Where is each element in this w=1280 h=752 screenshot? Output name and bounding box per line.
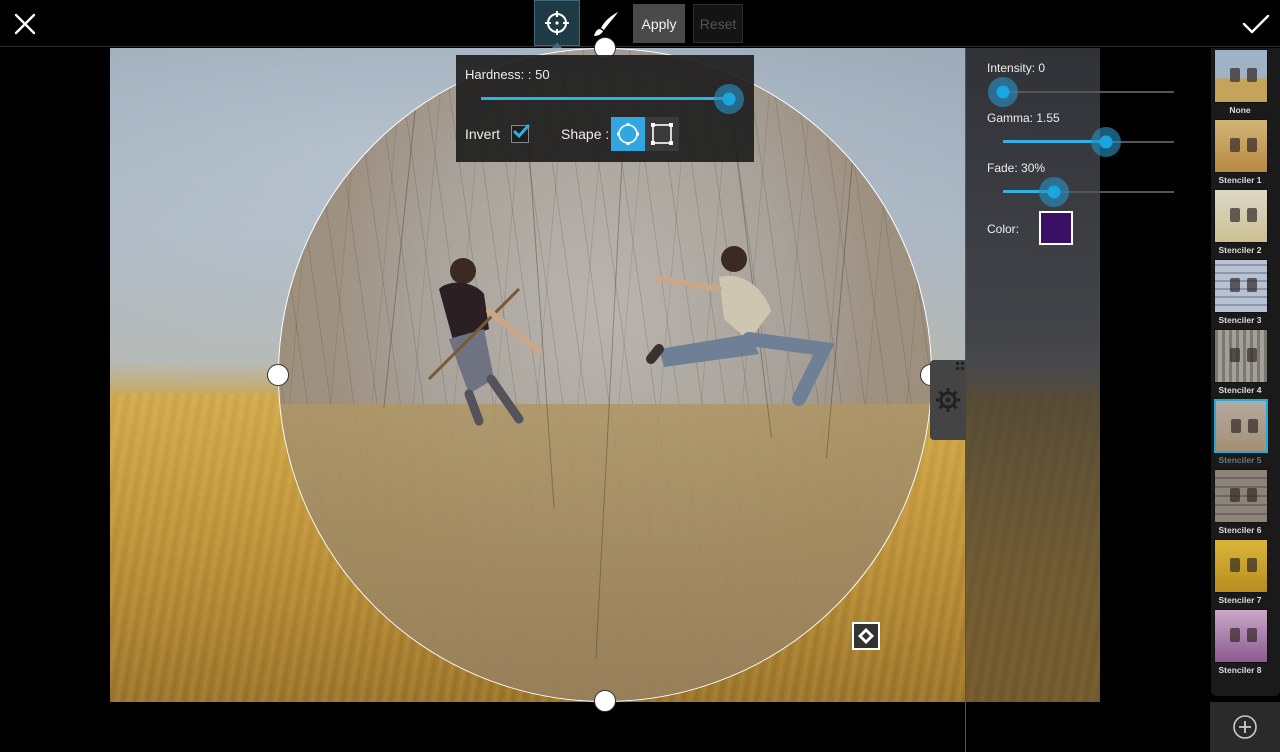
selection-crosshair-icon	[545, 11, 569, 35]
stencil-label: None	[1229, 105, 1251, 115]
hardness-label: Hardness: : 50	[465, 67, 550, 82]
grip-icon	[956, 362, 964, 370]
gear-icon	[936, 388, 960, 412]
stencil-thumb-6[interactable]	[1214, 469, 1268, 523]
stencil-label: Stenciler 4	[1218, 385, 1262, 395]
close-icon	[14, 13, 36, 35]
thumb-figure	[1247, 488, 1257, 502]
adjustment-panel: Intensity: 0 Gamma: 1.55 Fade: 30% Color…	[965, 48, 1174, 702]
stencil-list: None Stenciler 1 Stenciler 2 Stenciler 3…	[1211, 48, 1280, 696]
stencil-label: Stenciler 7	[1218, 595, 1262, 605]
hardness-slider-fill	[481, 97, 729, 100]
reset-button[interactable]: Reset	[693, 4, 743, 43]
plus-circle-icon	[1233, 715, 1257, 739]
stencil-thumb-1[interactable]	[1214, 119, 1268, 173]
top-toolbar: Apply Reset	[0, 0, 1280, 48]
add-stencil-button[interactable]	[1210, 702, 1280, 752]
stencil-label: Stenciler 5	[1218, 455, 1262, 465]
fade-slider-knob[interactable]	[1039, 177, 1069, 207]
gamma-label: Gamma: 1.55	[987, 111, 1060, 125]
close-button[interactable]	[6, 5, 44, 43]
stencil-thumb-4[interactable]	[1214, 329, 1268, 383]
stencil-thumb-2[interactable]	[1214, 189, 1268, 243]
thumb-figure	[1248, 419, 1258, 433]
circle-shape-icon	[617, 123, 639, 145]
color-swatch[interactable]	[1039, 211, 1073, 245]
stencil-thumb-5[interactable]	[1214, 399, 1268, 453]
shape-label: Shape :	[561, 126, 610, 142]
apply-button[interactable]: Apply	[633, 4, 685, 43]
thumb-figure	[1247, 68, 1257, 82]
stencil-label: Stenciler 8	[1218, 665, 1262, 675]
invert-label: Invert	[465, 126, 501, 142]
thumb-figure	[1230, 68, 1240, 82]
stencil-thumb-7[interactable]	[1214, 539, 1268, 593]
intensity-slider-track[interactable]	[1003, 91, 1174, 93]
checkmark-icon	[513, 124, 530, 139]
thumb-figure	[1230, 558, 1240, 572]
thumb-figure	[1230, 628, 1240, 642]
intensity-slider-knob[interactable]	[988, 77, 1018, 107]
stencil-thumb-8[interactable]	[1214, 609, 1268, 663]
thumb-figure	[1247, 558, 1257, 572]
rectangle-shape-icon	[651, 123, 673, 145]
intensity-label: Intensity: 0	[987, 61, 1046, 75]
resize-handle-left[interactable]	[267, 364, 289, 386]
hardness-slider-knob[interactable]	[714, 84, 744, 114]
stencil-thumb-none[interactable]	[1214, 49, 1268, 103]
confirm-button[interactable]	[1236, 5, 1276, 43]
settings-tab[interactable]	[930, 360, 966, 440]
thumb-figure	[1247, 208, 1257, 222]
thumb-figure	[1230, 138, 1240, 152]
resize-handle-bottom[interactable]	[594, 690, 616, 712]
thumb-figure	[1247, 348, 1257, 362]
thumb-figure	[1231, 419, 1241, 433]
thumb-figure	[1230, 348, 1240, 362]
thumb-figure	[1247, 278, 1257, 292]
hardness-popup: Hardness: : 50 Invert Shape :	[456, 55, 754, 162]
shape-circle-button[interactable]	[611, 117, 645, 151]
stencil-label: Stenciler 1	[1218, 175, 1262, 185]
thumb-figure	[1247, 628, 1257, 642]
stencil-label: Stenciler 6	[1218, 525, 1262, 535]
brush-icon	[594, 12, 618, 36]
gamma-slider-knob[interactable]	[1091, 127, 1121, 157]
shape-rectangle-button[interactable]	[645, 117, 679, 151]
thumb-figure	[1230, 278, 1240, 292]
thumb-figure	[1230, 208, 1240, 222]
fade-label: Fade: 30%	[987, 161, 1046, 175]
checkmark-icon	[1242, 14, 1270, 34]
thumb-figure	[1247, 138, 1257, 152]
stencil-label: Stenciler 3	[1218, 315, 1262, 325]
stencil-label: Stenciler 2	[1218, 245, 1262, 255]
rotate-handle[interactable]	[852, 622, 880, 650]
invert-checkbox[interactable]	[511, 124, 530, 143]
stencil-thumb-3[interactable]	[1214, 259, 1268, 313]
color-label: Color:	[987, 222, 1020, 236]
diamond-move-icon	[858, 628, 874, 644]
thumb-figure	[1230, 488, 1240, 502]
selection-tool-button[interactable]	[534, 0, 580, 46]
